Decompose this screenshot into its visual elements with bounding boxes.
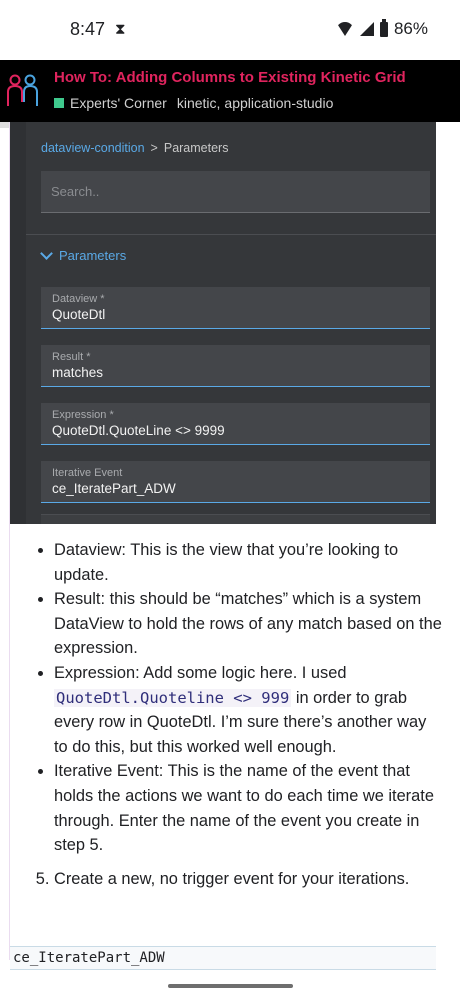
next-field-edge [41, 514, 430, 524]
category-link[interactable]: Experts' Corner [70, 95, 167, 111]
wifi-icon [335, 22, 354, 36]
parameter-bullets: Dataview: This is the view that you’re l… [24, 538, 444, 858]
dataview-field: Dataview * QuoteDtl [41, 287, 430, 329]
expression-field: Expression * QuoteDtl.QuoteLine <> 9999 [41, 403, 430, 445]
field-value: matches [52, 365, 104, 380]
result-field: Result * matches [41, 345, 430, 387]
breadcrumb-separator: > [150, 141, 158, 155]
list-item: Iterative Event: This is the name of the… [54, 759, 444, 857]
steps-list: Create a new, no trigger event for your … [24, 867, 444, 892]
tag-kinetic[interactable]: kinetic, [177, 95, 221, 111]
gesture-nav-handle[interactable] [168, 984, 293, 988]
battery-percent: 86% [393, 19, 428, 38]
breadcrumb-link: dataview-condition [41, 141, 145, 155]
parameters-panel: dataview-condition > Parameters Search.. P… [26, 122, 436, 524]
list-item: Create a new, no trigger event for your … [54, 867, 444, 892]
field-label: Expression * [52, 409, 114, 421]
field-value: QuoteDtl.QuoteLine <> 9999 [52, 423, 225, 438]
list-item: Result: this should be “matches” which i… [54, 587, 444, 661]
search-input: Search.. [41, 171, 430, 213]
field-value: QuoteDtl [52, 307, 106, 322]
parameters-section-header: Parameters [40, 247, 127, 263]
field-label: Dataview * [52, 293, 105, 305]
field-label: Iterative Event [52, 467, 123, 479]
hourglass-icon: ⧗ [115, 21, 126, 38]
section-label: Parameters [59, 248, 127, 263]
code-block[interactable]: ce_IteratePart_ADW [10, 946, 436, 970]
topic-meta: Experts' Corner kinetic, application-stu… [54, 95, 337, 111]
text: Expression: Add some logic here. I used [54, 663, 347, 682]
list-item: Expression: Add some logic here. I used … [54, 661, 444, 759]
iterative-event-field: Iterative Event ce_IteratePart_ADW [41, 461, 430, 503]
status-time: 8:47 [70, 19, 106, 39]
breadcrumb: dataview-condition > Parameters [41, 141, 228, 155]
battery-icon [379, 18, 388, 37]
signal-icon [359, 22, 374, 36]
tag-application-studio[interactable]: application-studio [224, 95, 333, 111]
forum-logo-icon[interactable] [6, 72, 40, 108]
chevron-down-icon [40, 247, 53, 260]
category-color-badge [54, 98, 64, 108]
status-bar: 8:47 ⧗ 86% [0, 0, 460, 60]
inline-code: QuoteDtl.Quoteline <> 999 [54, 688, 292, 707]
field-label: Result * [52, 351, 91, 363]
breadcrumb-current: Parameters [163, 141, 229, 155]
list-item: Dataview: This is the view that you’re l… [54, 538, 444, 587]
post-body: Dataview: This is the view that you’re l… [24, 538, 444, 891]
topic-title[interactable]: How To: Adding Columns to Existing Kinet… [54, 69, 406, 86]
status-right: 86% [335, 18, 428, 39]
divider [26, 234, 436, 235]
embedded-screenshot[interactable]: dataview-condition > Parameters Search.. P… [10, 122, 436, 524]
field-value: ce_IteratePart_ADW [52, 481, 176, 496]
